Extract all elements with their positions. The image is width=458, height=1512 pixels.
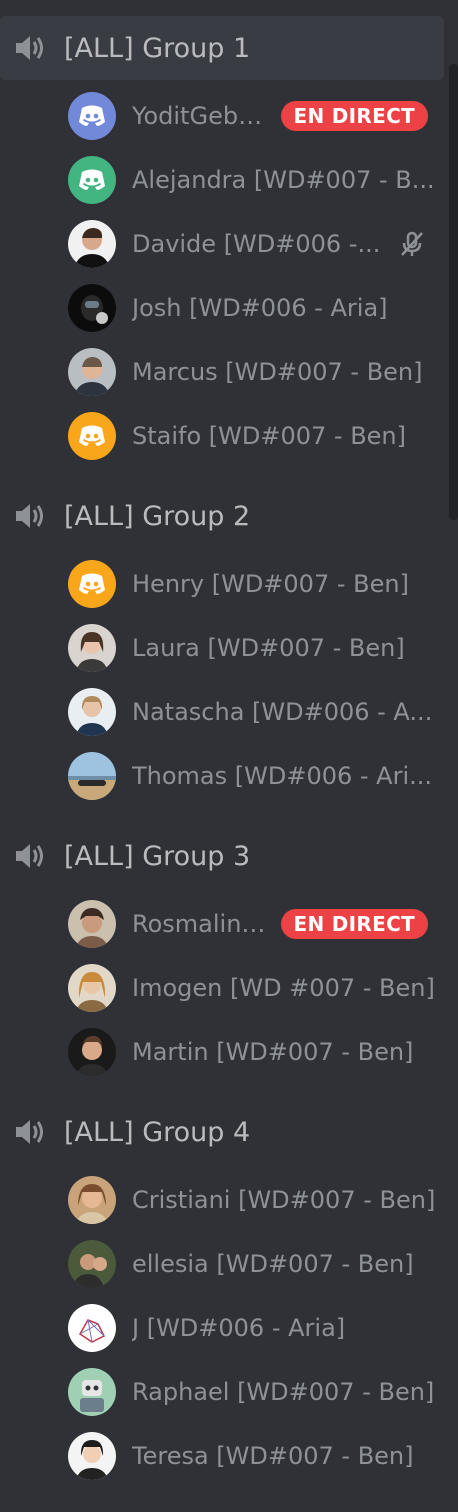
voice-user[interactable]: YoditGeb ... EN DIRECT [68, 90, 446, 142]
voice-user[interactable]: Marcus [WD#007 - Ben] [68, 346, 446, 398]
voice-user[interactable]: J [WD#006 - Aria] [68, 1302, 446, 1354]
avatar [68, 348, 116, 396]
user-name: Josh [WD#006 - Aria] [132, 294, 388, 322]
user-name: Natascha [WD#006 - A... [132, 698, 433, 726]
avatar [68, 1304, 116, 1352]
voice-user[interactable]: Cristiani [WD#007 - Ben] [68, 1174, 446, 1226]
speaker-icon [14, 840, 50, 872]
user-name: Teresa [WD#007 - Ben] [132, 1442, 414, 1470]
channel-name: [ALL] Group 4 [64, 1116, 251, 1148]
voice-user[interactable]: Davide [WD#006 -... [68, 218, 446, 270]
scrollbar[interactable] [449, 64, 458, 520]
voice-user[interactable]: Rosmalina... EN DIRECT [68, 898, 446, 950]
live-badge: EN DIRECT [280, 909, 428, 939]
voice-user[interactable]: Imogen [WD #007 - Ben] [68, 962, 446, 1014]
speaker-icon [14, 1116, 50, 1148]
user-name: Raphael [WD#007 - Ben] [132, 1378, 435, 1406]
user-name: Marcus [WD#007 - Ben] [132, 358, 423, 386]
voice-user[interactable]: Thomas [WD#006 - Ari... [68, 750, 446, 802]
user-name: Thomas [WD#006 - Ari... [132, 762, 433, 790]
avatar [68, 900, 116, 948]
user-name: Davide [WD#006 -... [132, 230, 381, 258]
channel-name: [ALL] Group 1 [64, 32, 251, 64]
avatar [68, 1368, 116, 1416]
user-name: Rosmalina... [132, 910, 267, 938]
channel-name: [ALL] Group 3 [64, 840, 251, 872]
avatar [68, 1432, 116, 1480]
user-name: Laura [WD#007 - Ben] [132, 634, 405, 662]
avatar [68, 624, 116, 672]
speaker-icon [14, 32, 50, 64]
user-name: Imogen [WD #007 - Ben] [132, 974, 435, 1002]
avatar [68, 92, 116, 140]
avatar [68, 1176, 116, 1224]
voice-user[interactable]: Laura [WD#007 - Ben] [68, 622, 446, 674]
avatar [68, 752, 116, 800]
voice-user[interactable]: Staifo [WD#007 - Ben] [68, 410, 446, 462]
avatar [68, 156, 116, 204]
speaker-icon [14, 500, 50, 532]
avatar [68, 412, 116, 460]
voice-user[interactable]: Henry [WD#007 - Ben] [68, 558, 446, 610]
voice-user[interactable]: Teresa [WD#007 - Ben] [68, 1430, 446, 1482]
avatar [68, 1240, 116, 1288]
voice-user[interactable]: ellesia [WD#007 - Ben] [68, 1238, 446, 1290]
voice-channel-group-2[interactable]: [ALL] Group 2 [0, 484, 250, 548]
avatar [68, 220, 116, 268]
voice-channel-group-1[interactable]: [ALL] Group 1 [0, 16, 444, 80]
user-name: Henry [WD#007 - Ben] [132, 570, 409, 598]
avatar [68, 284, 116, 332]
voice-channel-group-3[interactable]: [ALL] Group 3 [0, 824, 250, 888]
channel-name: [ALL] Group 2 [64, 500, 251, 532]
user-name: Staifo [WD#007 - Ben] [132, 422, 406, 450]
voice-user[interactable]: Raphael [WD#007 - Ben] [68, 1366, 446, 1418]
user-name: Martin [WD#007 - Ben] [132, 1038, 414, 1066]
voice-channel-group-4[interactable]: [ALL] Group 4 [0, 1100, 250, 1164]
user-name: J [WD#006 - Aria] [132, 1314, 346, 1342]
mic-muted-icon [398, 230, 426, 258]
user-name: Cristiani [WD#007 - Ben] [132, 1186, 436, 1214]
user-name: Alejandra [WD#007 - B... [132, 166, 435, 194]
avatar [68, 964, 116, 1012]
voice-user[interactable]: Alejandra [WD#007 - B... [68, 154, 446, 206]
avatar [68, 560, 116, 608]
user-name: ellesia [WD#007 - Ben] [132, 1250, 414, 1278]
user-name: YoditGeb ... [132, 102, 267, 130]
avatar [68, 688, 116, 736]
voice-user[interactable]: Natascha [WD#006 - A... [68, 686, 446, 738]
voice-user[interactable]: Martin [WD#007 - Ben] [68, 1026, 446, 1078]
avatar [68, 1028, 116, 1076]
voice-user[interactable]: Josh [WD#006 - Aria] [68, 282, 446, 334]
live-badge: EN DIRECT [280, 101, 428, 131]
